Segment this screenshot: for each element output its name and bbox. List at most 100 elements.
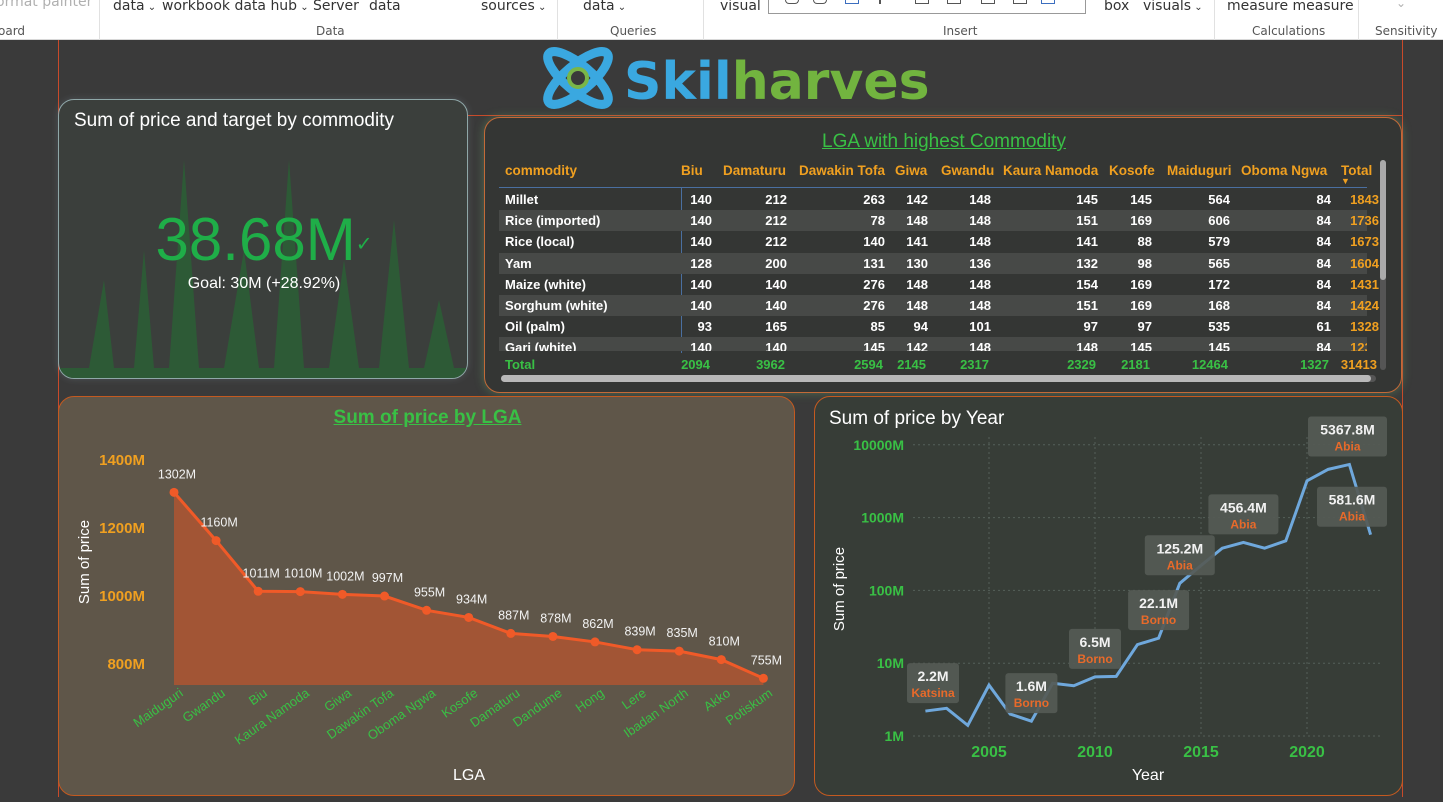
visual-icon[interactable] xyxy=(1041,0,1055,4)
column-header-kosofe[interactable]: Kosofe xyxy=(1109,163,1155,178)
table-row[interactable]: Oil (palm) 93 165 85 94 101 97 97 535 61 1328 xyxy=(499,316,1379,337)
visual-icon[interactable] xyxy=(813,0,827,4)
total-cell: 31413 xyxy=(1340,357,1377,372)
ribbon-separator xyxy=(557,0,558,40)
state-label: Abia xyxy=(1334,439,1360,453)
transform-data-button[interactable]: data ⌄ xyxy=(583,0,626,14)
x-tick-label: 2020 xyxy=(1289,744,1325,761)
visuals-gallery[interactable] xyxy=(768,0,1086,14)
table-cell: 148 xyxy=(969,340,991,352)
total-cell: 2329 xyxy=(1067,357,1096,372)
table-cell: 140 xyxy=(863,234,885,250)
get-data-button[interactable]: data ⌄ xyxy=(113,0,156,14)
column-header-commodity[interactable]: commodity xyxy=(505,163,577,178)
table-cell: 131 xyxy=(863,255,885,271)
chevron-down-icon: ⌄ xyxy=(614,2,627,13)
table-cell: 84 xyxy=(1316,255,1331,271)
data-label: 581.6M xyxy=(1329,492,1376,508)
data-label: 887M xyxy=(498,608,529,622)
table-cell: 145 xyxy=(1130,192,1152,207)
total-cell: 2317 xyxy=(960,357,989,372)
chevron-down-icon: ⌄ xyxy=(297,2,309,13)
chevron-down-icon: ⌄ xyxy=(534,2,547,13)
lga-chart-card[interactable]: Sum of price by LGA 800M 1000M 1200M 1400M 1… xyxy=(58,396,795,796)
table-cell: 169 xyxy=(1130,298,1152,313)
scrollbar-thumb[interactable] xyxy=(1380,160,1386,280)
horizontal-scrollbar[interactable] xyxy=(501,375,1376,382)
table-cell: 151 xyxy=(1076,213,1098,229)
table-row[interactable]: Rice (imported) 140 212 78 148 148 151 169 606 84… xyxy=(499,210,1379,232)
new-visual-button[interactable]: visual xyxy=(720,0,761,14)
table-cell: 140 xyxy=(765,276,787,292)
table-cell: 145 xyxy=(1208,340,1230,352)
visual-icon[interactable] xyxy=(947,0,961,4)
visual-icon[interactable] xyxy=(1013,0,1027,4)
workbook-data-hub-button[interactable]: workbook data hub ⌄ xyxy=(162,0,309,14)
visual-icon[interactable] xyxy=(845,0,859,4)
table-row[interactable]: Millet 140 212 263 142 148 145 145 564 84 1843 xyxy=(499,189,1379,210)
vertical-scrollbar[interactable] xyxy=(1380,160,1386,370)
table-row[interactable]: Yam 128 200 131 130 136 132 98 565 84 1604 xyxy=(499,252,1379,274)
table-cell: 98 xyxy=(1137,255,1152,271)
data-label: 1160M xyxy=(200,516,237,530)
table-cell: 140 xyxy=(765,298,787,313)
column-header-damaturu[interactable]: Damaturu xyxy=(723,163,786,178)
year-chart: 1M 10M 100M 1000M 10000M 2005 2010 2015 2020 2.2M… xyxy=(831,416,1387,784)
data-label: 2.2M xyxy=(917,668,948,684)
visual-icon[interactable] xyxy=(915,0,929,4)
table-cell: 212 xyxy=(765,213,787,229)
column-header-giwa[interactable]: Giwa xyxy=(895,163,927,178)
data-point xyxy=(506,628,516,638)
table-cell: 85 xyxy=(870,319,885,335)
kpi-card[interactable]: Sum of price and target by commodity 38.… xyxy=(58,99,468,379)
visual-icon[interactable] xyxy=(981,0,995,4)
kpi-value-text: 38.68M xyxy=(155,206,356,273)
data-label: 125.2M xyxy=(1156,540,1203,556)
table-cell: 84 xyxy=(1316,298,1331,313)
year-chart-card[interactable]: Sum of price by Year 1M 10M 100M 1000M 10000… xyxy=(814,396,1403,796)
column-header-kaura-namoda[interactable]: Kaura Namoda xyxy=(1003,163,1098,178)
total-cell: 2094 xyxy=(681,357,710,372)
recent-sources-button[interactable]: sources ⌄ xyxy=(481,0,546,14)
table-cell: 169 xyxy=(1130,213,1152,229)
column-header-gwandu[interactable]: Gwandu xyxy=(941,163,994,178)
x-tick-label: Maiduguri xyxy=(130,685,185,730)
table-cell: 579 xyxy=(1208,234,1230,250)
format-painter-button[interactable]: ormat painter xyxy=(0,0,92,10)
text-box-button[interactable]: box xyxy=(1104,0,1129,14)
table-row[interactable]: Rice (local) 140 212 140 141 148 141 88 579 84 167… xyxy=(499,231,1379,252)
column-header-oboma-ngwa[interactable]: Oboma Ngwa xyxy=(1241,163,1327,178)
table-cell: 1328 xyxy=(1350,319,1379,335)
enter-data-button[interactable]: data xyxy=(369,0,401,14)
scrollbar-thumb[interactable] xyxy=(501,375,1371,382)
column-header-maiduguri[interactable]: Maiduguri xyxy=(1167,163,1232,178)
matrix-card[interactable]: LGA with highest Commodity commodity Biu D… xyxy=(484,117,1402,393)
data-point xyxy=(422,605,432,615)
visual-icon[interactable] xyxy=(879,0,881,4)
ribbon-separator xyxy=(99,0,100,40)
table-cell: 1237 xyxy=(1350,340,1367,352)
calculations-group-label: Calculations xyxy=(1252,24,1326,38)
column-header-biu[interactable]: Biu xyxy=(681,163,703,178)
data-point xyxy=(295,587,305,597)
sql-server-button[interactable]: Server xyxy=(313,0,359,14)
table-cell: 263 xyxy=(863,192,885,207)
visual-icon[interactable] xyxy=(785,0,799,4)
y-tick-label: 10M xyxy=(877,655,904,671)
x-tick-label: 2010 xyxy=(1077,744,1113,761)
y-tick-label: 1200M xyxy=(99,520,145,537)
table-row[interactable]: Maize (white) 140 140 276 148 148 154 169 172 84 1… xyxy=(499,274,1379,295)
table-cell: 142 xyxy=(906,192,928,207)
chevron-down-icon[interactable]: ⌄ xyxy=(1396,0,1406,10)
table-cell: 1736 xyxy=(1350,213,1379,229)
table-cell: 606 xyxy=(1208,213,1230,229)
table-row[interactable]: Sorghum (white) 140 140 276 148 148 151 169 168 8… xyxy=(499,295,1379,316)
table-row[interactable]: Gari (white) 140 140 145 142 148 148 145 145 84 12… xyxy=(499,337,1367,352)
more-visuals-button[interactable]: visuals ⌄ xyxy=(1143,0,1203,14)
new-measure-button[interactable]: measure measure xyxy=(1227,0,1354,14)
atom-icon xyxy=(543,47,613,109)
column-header-dawakin-tofa[interactable]: Dawakin Tofa xyxy=(799,163,885,178)
total-cell: 2145 xyxy=(897,357,926,372)
table-cell: 101 xyxy=(969,319,991,335)
table-cell: 140 xyxy=(690,276,712,292)
